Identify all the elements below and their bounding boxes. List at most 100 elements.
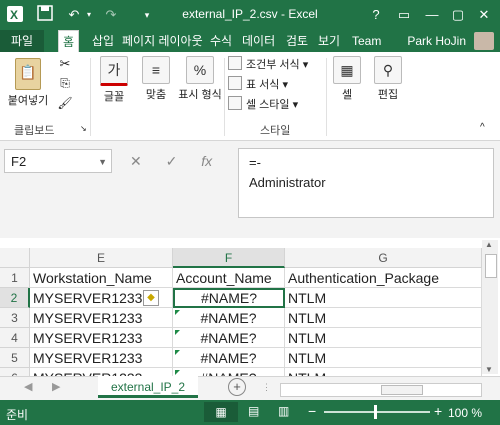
copy-button[interactable]: ⎘ [56, 76, 74, 91]
tab-team[interactable]: Team [348, 30, 385, 52]
cell-e5[interactable]: MYSERVER1233 [30, 348, 173, 368]
normal-view-icon[interactable]: ▦ [204, 402, 238, 422]
styles-group-label: 스타일 [260, 125, 291, 137]
font-icon: 가 [100, 56, 128, 86]
format-painter-button[interactable]: 🖌 [56, 96, 74, 110]
column-header-e[interactable]: E [30, 248, 173, 268]
chevron-down-icon[interactable]: ▼ [98, 150, 107, 174]
insert-function-icon[interactable]: fx [201, 153, 212, 169]
tab-formulas[interactable]: 수식 [206, 30, 236, 52]
tab-review[interactable]: 검토 [282, 30, 312, 52]
cell-g2[interactable]: NTLM [285, 288, 482, 308]
select-all-corner[interactable] [0, 248, 30, 268]
clipboard-group-label: 클립보드 [14, 125, 55, 137]
formula-input[interactable]: =- Administrator [238, 148, 494, 218]
vertical-scrollbar[interactable]: ▲ ▼ [482, 240, 498, 374]
header-cell-workstation[interactable]: Workstation_Name [30, 268, 173, 288]
cells-label: 셀 [341, 89, 353, 101]
cell-g5[interactable]: NTLM [285, 348, 482, 368]
error-indicator-icon [175, 350, 180, 355]
error-indicator-icon [175, 330, 180, 335]
cell-f2-active[interactable]: #NAME? [173, 288, 285, 308]
page-break-view-icon[interactable]: ▥ [278, 404, 289, 418]
row-header-3[interactable]: 3 [0, 308, 30, 328]
zoom-out-button[interactable]: − [308, 403, 316, 419]
row-header-4[interactable]: 4 [0, 328, 30, 348]
binoculars-icon: ⚲ [374, 56, 402, 84]
new-sheet-icon[interactable]: + [228, 378, 246, 396]
paste-button[interactable]: 📋 붙여넣기 [6, 58, 50, 108]
conditional-formatting-button[interactable]: 조건부 서식 ▾ [228, 56, 308, 72]
align-label: 맞춤 [145, 89, 167, 101]
alignment-button[interactable]: ≡ 맞춤 [138, 56, 174, 102]
page-layout-view-icon[interactable]: ▤ [248, 404, 259, 418]
horizontal-scrollbar[interactable] [280, 383, 482, 397]
cell-e3[interactable]: MYSERVER1233 [30, 308, 173, 328]
avatar[interactable] [474, 32, 494, 50]
close-button[interactable]: ✕ [470, 0, 498, 30]
name-box-value: F2 [11, 154, 27, 169]
tab-home[interactable]: 홈 [58, 30, 80, 53]
scroll-thumb[interactable] [485, 254, 497, 278]
cell-g3[interactable]: NTLM [285, 308, 482, 328]
formula-line-1: =- [249, 155, 261, 170]
divider [326, 58, 327, 136]
next-sheet-icon[interactable]: ▶ [52, 380, 60, 393]
minimize-button[interactable]: — [418, 0, 446, 30]
cell-e4[interactable]: MYSERVER1233 [30, 328, 173, 348]
column-header-f[interactable]: F [173, 248, 285, 268]
cell-f4[interactable]: #NAME? [173, 328, 285, 348]
formula-line-2: Administrator [249, 175, 326, 190]
enter-check-icon[interactable]: ✓ [166, 153, 178, 169]
sheet-tab-bar: ◀ ▶ external_IP_2 + ⋮ [0, 376, 500, 401]
zoom-level[interactable]: 100 % [448, 406, 482, 420]
tab-page-layout[interactable]: 페이지 레이아웃 [118, 30, 207, 52]
scroll-up-icon[interactable]: ▲ [485, 240, 493, 249]
error-indicator-icon [175, 370, 180, 375]
number-format-button[interactable]: % 표시 형식 [178, 56, 222, 102]
row-header-5[interactable]: 5 [0, 348, 30, 368]
cell-f3[interactable]: #NAME? [173, 308, 285, 328]
header-cell-auth[interactable]: Authentication_Package [285, 268, 482, 288]
tab-insert[interactable]: 삽입 [88, 30, 118, 52]
cell-f5[interactable]: #NAME? [173, 348, 285, 368]
row-header-2[interactable]: 2 [0, 288, 30, 308]
worksheet-grid[interactable]: E F G 1 2 3 4 5 6 Workstation_Name Accou… [0, 238, 500, 388]
clipboard-launcher-icon[interactable]: ↘ [80, 124, 87, 133]
cells-button[interactable]: ▦ 셀 [330, 56, 364, 102]
column-header-g[interactable]: G [285, 248, 482, 268]
conditional-format-icon [228, 56, 242, 70]
cell-g4[interactable]: NTLM [285, 328, 482, 348]
sheet-tab-external-ip-2[interactable]: external_IP_2 [98, 376, 198, 398]
font-label: 글꼴 [103, 91, 125, 103]
tab-file[interactable]: 파일 [0, 30, 44, 52]
cancel-icon[interactable]: ✕ [130, 153, 142, 169]
header-cell-account[interactable]: Account_Name [173, 268, 285, 288]
zoom-slider[interactable] [324, 405, 430, 419]
error-warning-icon[interactable]: ◆ [143, 290, 159, 306]
cells-icon: ▦ [333, 56, 361, 84]
horizontal-scroll-thumb[interactable] [381, 385, 423, 395]
zoom-in-button[interactable]: + [434, 403, 442, 419]
sheet-menu-icon[interactable]: ⋮ [262, 382, 271, 393]
ribbon-display-button[interactable]: ▭ [390, 0, 418, 30]
tab-view[interactable]: 보기 [314, 30, 344, 52]
user-name[interactable]: Park HoJin [407, 30, 466, 52]
maximize-button[interactable]: ▢ [444, 0, 472, 30]
name-box[interactable]: F2 ▼ [4, 149, 112, 173]
cell-style-icon [228, 96, 242, 110]
cut-button[interactable]: ✂ [56, 56, 74, 72]
cell-styles-button[interactable]: 셀 스타일 ▾ [228, 96, 298, 112]
zoom-slider-handle[interactable] [374, 405, 377, 419]
prev-sheet-icon[interactable]: ◀ [24, 380, 32, 393]
collapse-ribbon-icon[interactable]: ^ [480, 122, 485, 133]
help-button[interactable]: ? [362, 0, 390, 30]
formula-actions: ✕ ✓ fx [130, 153, 232, 170]
editing-button[interactable]: ⚲ 편집 [370, 56, 406, 102]
format-as-table-button[interactable]: 표 서식 ▾ [228, 76, 288, 92]
tab-data[interactable]: 데이터 [238, 30, 279, 52]
row-header-1[interactable]: 1 [0, 268, 30, 288]
scroll-down-icon[interactable]: ▼ [485, 365, 493, 374]
paste-label: 붙여넣기 [7, 95, 49, 107]
font-button[interactable]: 가 글꼴 [96, 56, 132, 104]
